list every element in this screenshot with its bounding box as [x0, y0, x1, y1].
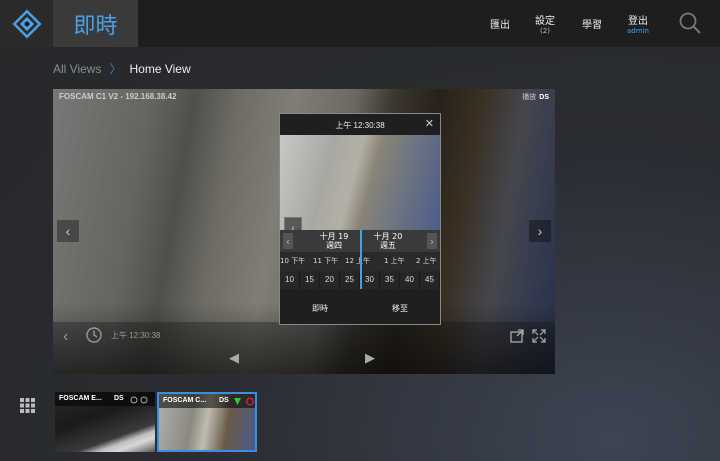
view-status-text: 播放: [522, 94, 537, 101]
popup-preview-image: ‹: [280, 135, 440, 239]
camera-thumbnail-selected[interactable]: FOSCAM C... DS: [157, 392, 257, 452]
close-icon[interactable]: ✕: [425, 117, 434, 130]
date-option[interactable]: 十月 20 週五: [368, 232, 408, 250]
date-label: 十月 19: [319, 232, 349, 241]
date-next-button[interactable]: ›: [427, 233, 437, 249]
search-icon[interactable]: [678, 11, 702, 35]
time-cursor[interactable]: [360, 230, 362, 289]
minute-option[interactable]: 45: [420, 271, 440, 289]
nav-logout-user: admin: [627, 27, 649, 35]
nav-export-label: 匯出: [490, 20, 510, 31]
top-bar: 即時: [0, 0, 720, 47]
nav-settings-label: 設定: [535, 16, 555, 27]
logo-icon: [12, 9, 41, 38]
minute-option[interactable]: 20: [320, 271, 340, 289]
weekday-label: 週四: [326, 241, 342, 250]
breadcrumb-all-views[interactable]: All Views: [53, 62, 101, 76]
nav-logout-label: 登出: [627, 16, 648, 27]
view-prev-arrow[interactable]: ‹: [57, 220, 79, 242]
minute-option[interactable]: 10: [280, 271, 300, 289]
minute-option[interactable]: 15: [300, 271, 320, 289]
back-arrow-icon[interactable]: ‹: [63, 328, 68, 346]
ds-badge: DS: [539, 94, 549, 101]
weekday-label: 週五: [380, 241, 396, 250]
chevron-right-icon: ›: [430, 236, 434, 246]
ds-badge: DS: [114, 395, 124, 402]
fullscreen-icon[interactable]: [531, 328, 547, 344]
minute-option[interactable]: 25: [340, 271, 360, 289]
nav-learn[interactable]: 學習: [582, 0, 602, 47]
step-back-icon[interactable]: ◀: [229, 350, 239, 366]
hour-option[interactable]: 2 上午: [416, 256, 437, 266]
nav-logout[interactable]: 登出 admin: [627, 0, 649, 47]
popup-footer: 即時 移至: [280, 293, 440, 324]
chevron-right-icon: ›: [537, 223, 543, 239]
hour-option[interactable]: 12 上午: [345, 256, 370, 266]
grid-icon[interactable]: [20, 398, 35, 413]
playback-timestamp: 上午 12:30:38: [111, 331, 161, 340]
share-icon[interactable]: [509, 328, 525, 344]
time-picker-popup: 上午 12:30:38 ✕ ‹ ‹ 十月 19 週四 十月 20 週五 › 10…: [279, 113, 441, 325]
nav-learn-label: 學習: [582, 20, 602, 31]
playback-bar: ‹ 上午 12:30:38 ◀ ▶: [53, 322, 555, 374]
alert-status-icon: [234, 397, 254, 406]
breadcrumb: All Views 〉 Home View: [53, 60, 191, 77]
view-next-arrow[interactable]: ›: [529, 220, 551, 242]
status-circles-icon: [130, 396, 148, 404]
chevron-right-icon: 〉: [109, 62, 122, 76]
date-option[interactable]: 十月 19 週四: [314, 232, 354, 250]
minute-option[interactable]: 40: [400, 271, 420, 289]
app-logo[interactable]: [0, 0, 53, 47]
view-status: 播放 DS: [522, 92, 549, 102]
nav-export[interactable]: 匯出: [490, 0, 510, 47]
camera-label: FOSCAM C1 V2 - 192.168.38.42: [59, 92, 177, 101]
popup-title: 上午 12:30:38: [335, 121, 385, 130]
camera-thumbnail[interactable]: FOSCAM E... DS: [55, 392, 155, 452]
clock-icon[interactable]: [85, 326, 103, 344]
hour-option[interactable]: 10 下午: [280, 256, 305, 266]
chevron-left-icon: ‹: [65, 223, 71, 239]
hour-option[interactable]: 11 下午: [313, 256, 338, 266]
nav-settings[interactable]: 設定 (2): [535, 0, 555, 47]
live-button[interactable]: 即時: [280, 293, 360, 324]
minute-option[interactable]: 30: [360, 271, 380, 289]
date-prev-button[interactable]: ‹: [283, 233, 293, 249]
step-forward-icon[interactable]: ▶: [365, 350, 375, 366]
breadcrumb-current: Home View: [129, 61, 191, 76]
hour-option[interactable]: 1 上午: [384, 256, 405, 266]
date-label: 十月 20: [373, 232, 403, 241]
page-title: 即時: [53, 0, 138, 47]
ds-badge: DS: [219, 397, 229, 404]
goto-button[interactable]: 移至: [360, 293, 440, 324]
chevron-left-icon: ‹: [286, 236, 290, 246]
minute-option[interactable]: 35: [380, 271, 400, 289]
nav-settings-count: (2): [540, 27, 550, 35]
